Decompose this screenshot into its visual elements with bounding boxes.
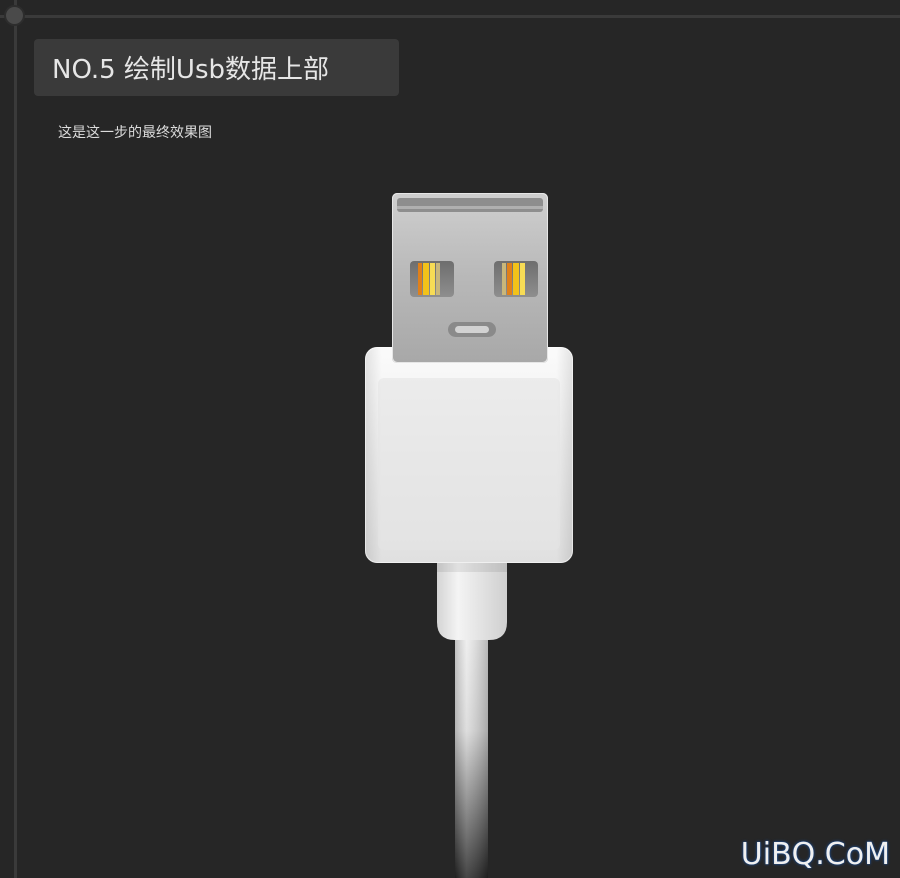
usb-contact-window-right [494,261,538,297]
usb-contact-window-left [410,261,454,297]
usb-cable-illustration [365,193,573,878]
usb-strain-relief [437,560,507,640]
usb-cable-cord [455,610,488,878]
site-watermark: UiBQ.CoM [740,837,890,872]
usb-metal-plug [392,193,548,363]
usb-housing [365,347,573,563]
